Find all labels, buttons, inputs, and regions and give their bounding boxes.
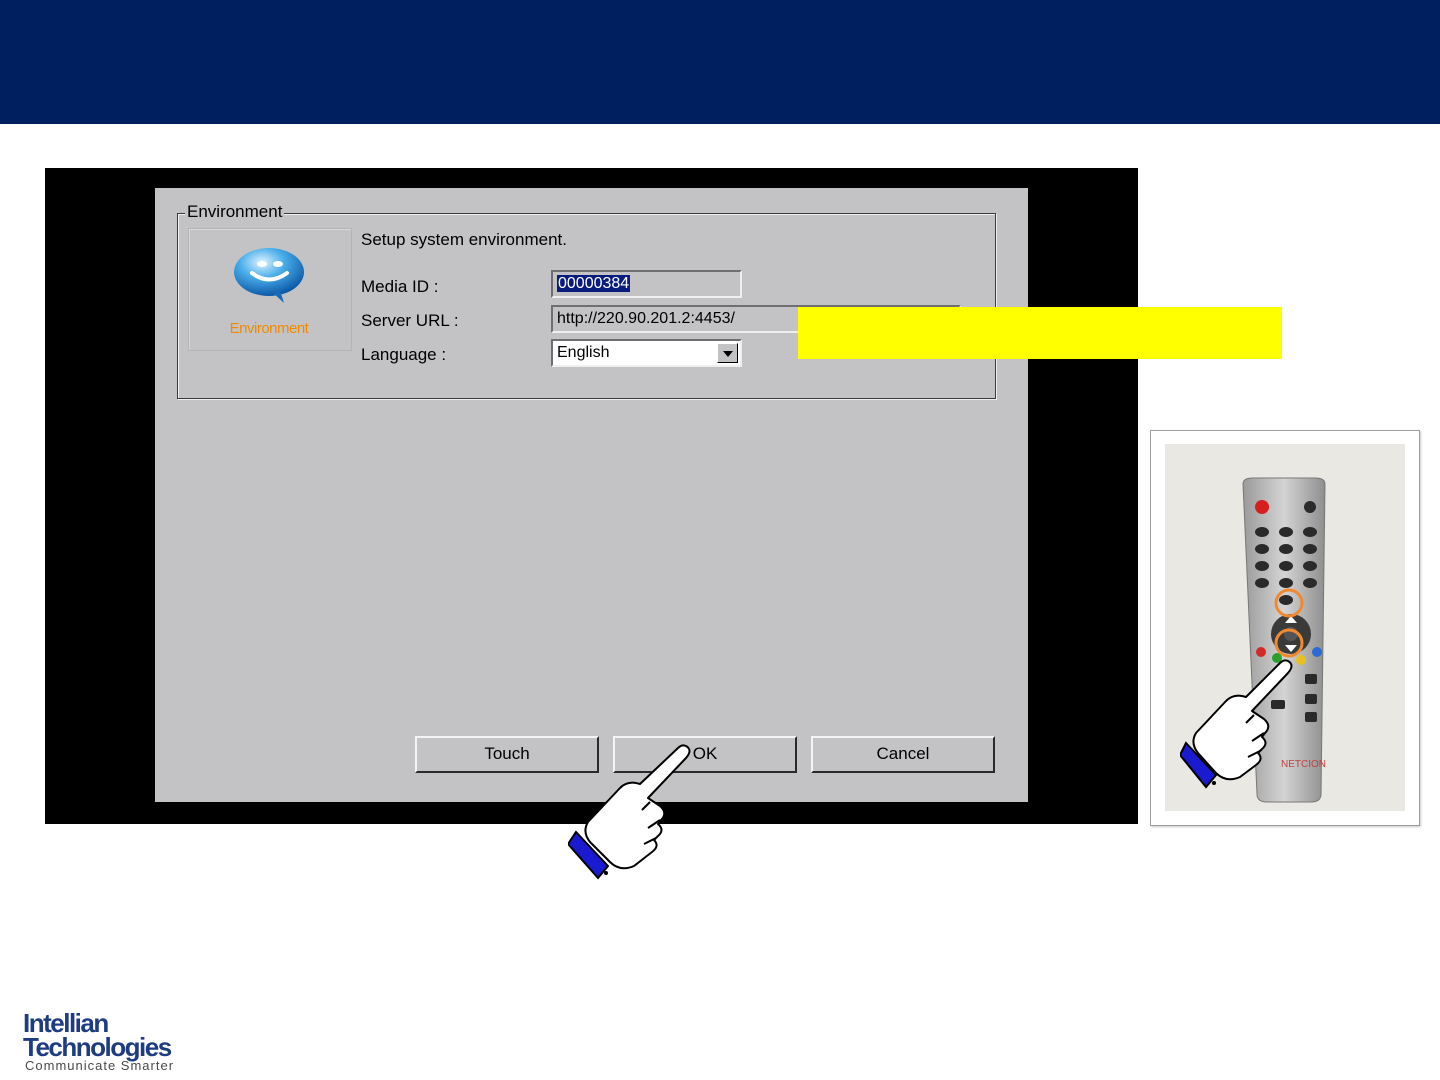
- language-value: English: [557, 344, 610, 361]
- environment-group-title: Environment: [185, 202, 285, 222]
- speech-bubble-smiley-icon: [232, 246, 307, 304]
- company-logo-line2: Technologies: [23, 1032, 172, 1062]
- media-id-value: 00000384: [557, 275, 631, 292]
- header-bar: [0, 0, 1440, 124]
- cancel-button[interactable]: Cancel: [811, 736, 995, 773]
- pointing-hand-icon: [1180, 655, 1295, 790]
- server-url-value: http://220.90.201.2:4453/: [557, 310, 735, 327]
- dialog-description: Setup system environment.: [361, 230, 567, 249]
- chevron-down-icon[interactable]: [717, 343, 738, 363]
- power-button-icon: [1255, 500, 1269, 514]
- company-tagline: Communicate Smarter: [25, 1058, 175, 1073]
- media-id-label: Media ID :: [361, 277, 439, 296]
- media-id-field[interactable]: 00000384: [551, 270, 742, 298]
- language-select[interactable]: English: [551, 339, 742, 367]
- environment-icon-label: Environment: [229, 320, 309, 337]
- highlight-annotation: [798, 307, 1282, 359]
- server-url-label: Server URL :: [361, 311, 459, 330]
- pointing-hand-icon: [568, 738, 693, 880]
- language-label: Language :: [361, 345, 447, 364]
